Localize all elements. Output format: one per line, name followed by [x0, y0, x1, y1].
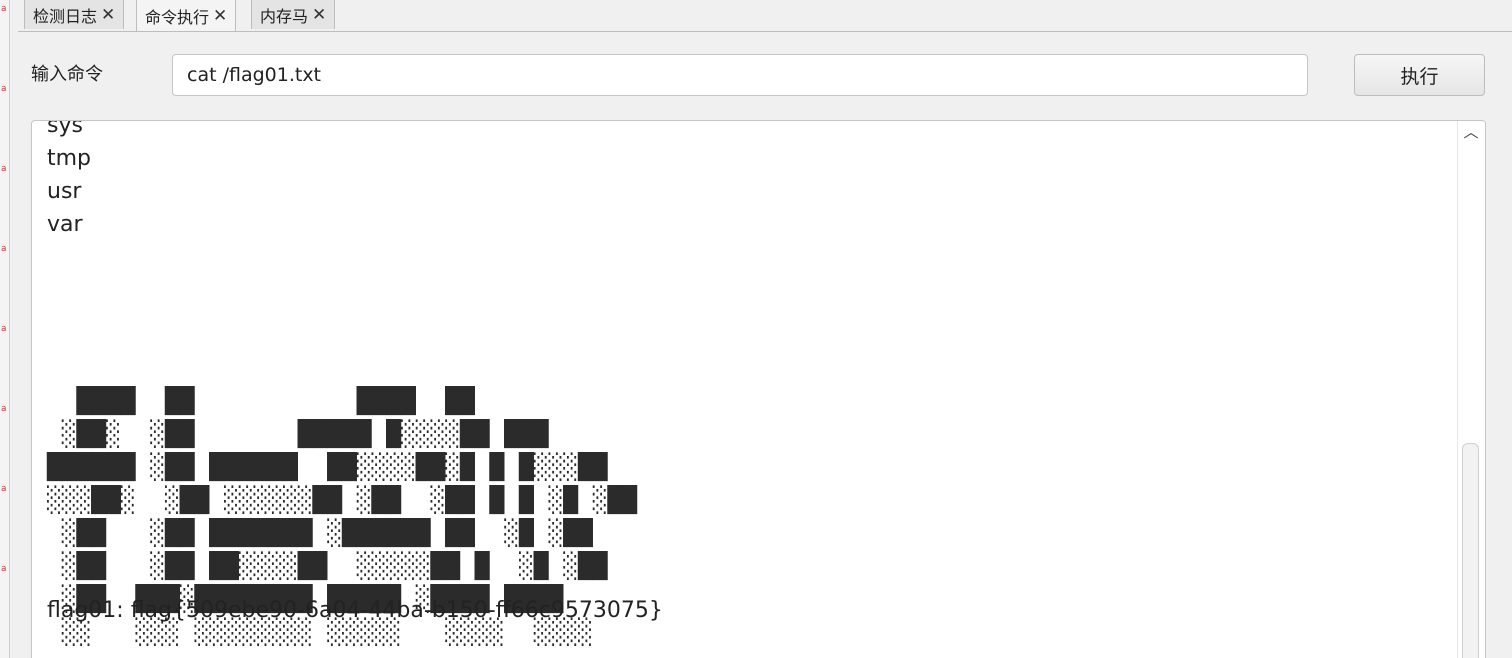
scroll-up-icon[interactable]: ︿ — [1462, 123, 1480, 141]
tab-label: 命令执行 — [145, 7, 210, 27]
gutter-mark: a — [1, 244, 7, 254]
gutter-mark: a — [1, 564, 7, 574]
scrollbar-thumb[interactable] — [1462, 443, 1479, 658]
tab-memory-shell[interactable]: 内存马 ✕ — [251, 0, 336, 29]
output-area[interactable]: sys tmp usr var ████ ██ ████ ██ ░██░ ░██… — [31, 120, 1486, 658]
tab-bar: 检测日志 ✕ 命令执行 ✕ 内存马 ✕ — [18, 0, 1512, 32]
gutter-mark: a — [1, 84, 7, 94]
left-gutter: a a a a a a a a — [0, 0, 10, 658]
command-input[interactable] — [172, 54, 1308, 96]
tab-label: 检测日志 — [33, 6, 98, 26]
close-icon[interactable]: ✕ — [213, 6, 227, 26]
flag-output-line: flag01: flag{509ebe90-6a04-44ba-b150-ff6… — [47, 598, 663, 623]
close-icon[interactable]: ✕ — [101, 5, 115, 25]
tab-label: 内存马 — [260, 6, 309, 26]
app-window: a a a a a a a a 检测日志 ✕ 命令执行 ✕ 内存马 ✕ 输入命令… — [0, 0, 1512, 658]
vertical-scrollbar[interactable]: ︿ — [1457, 121, 1485, 658]
tab-detection-log[interactable]: 检测日志 ✕ — [24, 0, 125, 29]
execute-button[interactable]: 执行 — [1354, 54, 1485, 96]
gutter-mark: a — [1, 4, 7, 14]
tab-command-exec[interactable]: 命令执行 ✕ — [136, 0, 237, 31]
close-icon[interactable]: ✕ — [312, 5, 326, 25]
command-label: 输入命令 — [31, 64, 103, 85]
gutter-mark: a — [1, 404, 7, 414]
gutter-mark: a — [1, 484, 7, 494]
output-lines: sys tmp usr var — [47, 120, 92, 237]
gutter-mark: a — [1, 324, 7, 334]
gutter-mark: a — [1, 164, 7, 174]
